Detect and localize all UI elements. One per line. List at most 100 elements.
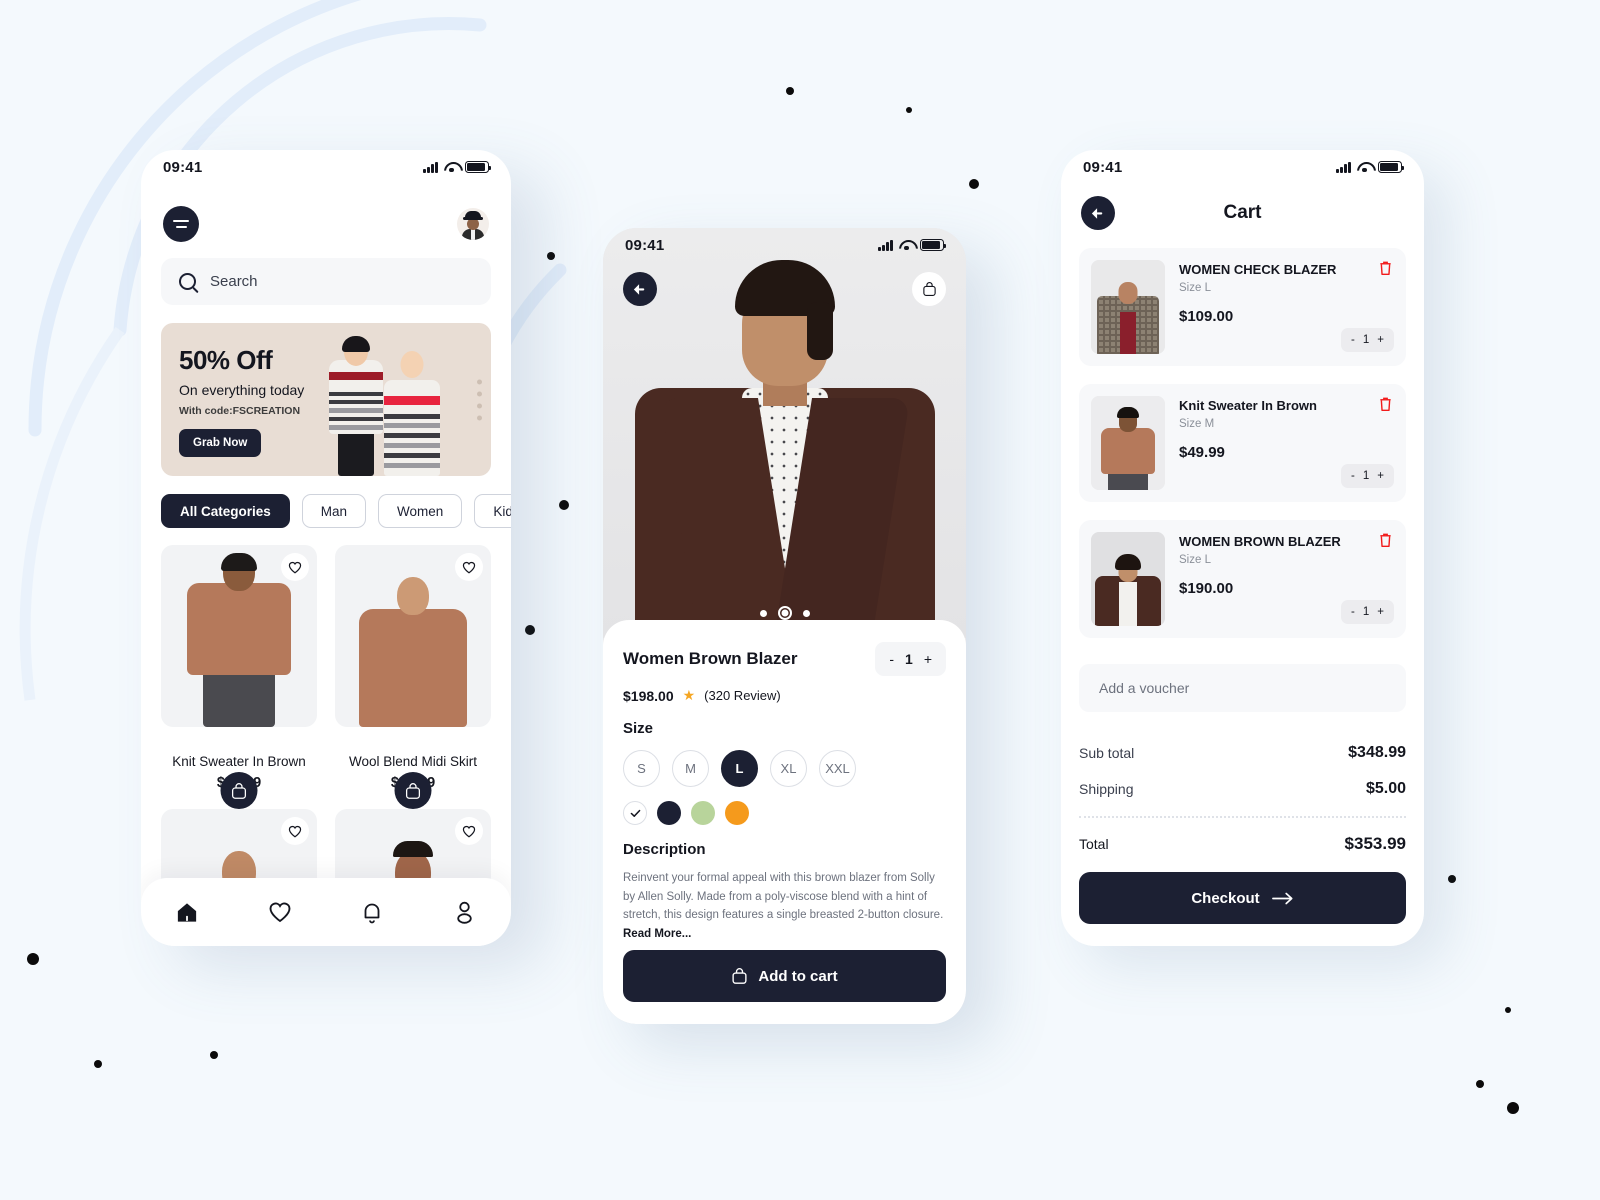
status-bar: 09:41: [1061, 150, 1424, 184]
product-card[interactable]: Knit Sweater In Brown $49.99: [161, 545, 317, 809]
nav-profile-icon[interactable]: [448, 895, 482, 929]
add-to-bag-icon[interactable]: [394, 772, 432, 809]
quantity-stepper[interactable]: - 1 +: [875, 642, 946, 676]
delete-icon[interactable]: [1378, 396, 1393, 417]
cart-item[interactable]: WOMEN CHECK BLAZER Size L $109.00 - 1 +: [1079, 248, 1406, 366]
color-swatch-green[interactable]: [691, 801, 715, 825]
quantity-minus[interactable]: -: [1351, 606, 1355, 618]
battery-icon: [920, 239, 947, 251]
total-value: $353.99: [1344, 834, 1406, 853]
cart-item-name: Knit Sweater In Brown: [1179, 398, 1317, 413]
back-arrow-icon[interactable]: [1081, 196, 1115, 230]
cart-item-quantity-stepper[interactable]: - 1 +: [1341, 328, 1394, 352]
banner-promo-code: With code:FSCREATION: [179, 405, 301, 417]
quantity-minus[interactable]: -: [1351, 470, 1355, 482]
quantity-plus[interactable]: +: [1377, 606, 1384, 618]
battery-icon: [465, 161, 492, 173]
cart-item-name: WOMEN CHECK BLAZER: [1179, 262, 1337, 277]
product-price: $198.00: [623, 687, 674, 704]
size-option-xl[interactable]: XL: [770, 750, 807, 787]
color-swatch-orange[interactable]: [725, 801, 749, 825]
status-time: 09:41: [1083, 158, 1123, 176]
background-dot: [27, 953, 39, 965]
favorite-icon[interactable]: [455, 553, 483, 581]
subtotal-value: $348.99: [1348, 744, 1406, 761]
nav-notifications-icon[interactable]: [355, 895, 389, 929]
cart-item-image: [1091, 532, 1165, 626]
signal-icon: [878, 239, 893, 251]
delete-icon[interactable]: [1378, 260, 1393, 281]
subtotal-label: Sub total: [1079, 745, 1135, 761]
category-chip-man[interactable]: Man: [301, 494, 367, 528]
background-dot: [969, 179, 979, 189]
product-card[interactable]: Wool Blend Midi Skirt $49.99: [335, 545, 491, 809]
background-dot: [210, 1051, 218, 1059]
status-time: 09:41: [163, 158, 203, 176]
cart-item[interactable]: Knit Sweater In Brown Size M $49.99 - 1 …: [1079, 384, 1406, 502]
color-swatch-navy[interactable]: [657, 801, 681, 825]
category-chip-kids[interactable]: Kids: [474, 494, 511, 528]
background-dot: [1476, 1080, 1484, 1088]
description-text: Reinvent your formal appeal with this br…: [623, 872, 944, 922]
signal-icon: [1336, 161, 1351, 173]
voucher-input[interactable]: Add a voucher: [1079, 664, 1406, 712]
product-image: [335, 545, 491, 727]
cart-item-image: [1091, 396, 1165, 490]
status-bar: 09:41: [603, 228, 966, 262]
checkout-button[interactable]: Checkout: [1079, 872, 1406, 924]
delete-icon[interactable]: [1378, 532, 1393, 553]
summary-row-subtotal: Sub total $348.99: [1079, 744, 1406, 762]
category-chip-list[interactable]: All Categories Man Women Kids: [161, 494, 511, 528]
promo-banner[interactable]: 50% Off On everything today With code:FS…: [161, 323, 491, 476]
back-arrow-icon[interactable]: [623, 272, 657, 306]
wifi-icon: [899, 240, 914, 251]
grab-now-button[interactable]: Grab Now: [179, 429, 262, 457]
background-dot: [547, 252, 555, 260]
quantity-value: 1: [1362, 470, 1370, 482]
favorite-icon[interactable]: [281, 817, 309, 845]
category-chip-women[interactable]: Women: [378, 494, 463, 528]
size-option-m[interactable]: M: [672, 750, 709, 787]
cart-item[interactable]: WOMEN BROWN BLAZER Size L $190.00 - 1 +: [1079, 520, 1406, 638]
cart-screen-phone: 09:41 Cart WOMEN CHECK BLAZER Size L $10…: [1061, 150, 1424, 946]
nav-home-icon[interactable]: [170, 895, 204, 929]
quantity-plus[interactable]: +: [1377, 470, 1384, 482]
cart-item-quantity-stepper[interactable]: - 1 +: [1341, 464, 1394, 488]
cart-item-name: WOMEN BROWN BLAZER: [1179, 534, 1341, 549]
search-placeholder: Search: [210, 273, 258, 290]
size-option-xxl[interactable]: XXL: [819, 750, 856, 787]
quantity-minus[interactable]: -: [889, 651, 894, 667]
favorite-icon[interactable]: [455, 817, 483, 845]
signal-icon: [423, 161, 438, 173]
hamburger-icon[interactable]: [163, 206, 199, 242]
read-more-link[interactable]: Read More...: [623, 928, 691, 940]
category-chip-all[interactable]: All Categories: [161, 494, 290, 528]
add-to-bag-icon[interactable]: [220, 772, 258, 809]
summary-row-shipping: Shipping $5.00: [1079, 780, 1406, 798]
summary-row-total: Total $353.99: [1079, 834, 1406, 854]
quantity-plus[interactable]: +: [924, 651, 932, 667]
star-icon: ★: [682, 687, 696, 703]
banner-carousel-dots[interactable]: [477, 379, 482, 420]
add-to-cart-button[interactable]: Add to cart: [623, 950, 946, 1002]
size-selector[interactable]: S M L XL XXL: [623, 750, 946, 787]
size-option-s[interactable]: S: [623, 750, 660, 787]
cart-item-quantity-stepper[interactable]: - 1 +: [1341, 600, 1394, 624]
size-section-label: Size: [623, 720, 654, 737]
color-selector[interactable]: [623, 801, 946, 825]
background-dot: [1507, 1102, 1519, 1114]
nav-favorites-icon[interactable]: [263, 895, 297, 929]
image-carousel-dots[interactable]: [759, 606, 810, 620]
favorite-icon[interactable]: [281, 553, 309, 581]
color-swatch-white[interactable]: [623, 801, 647, 825]
avatar[interactable]: [457, 208, 489, 240]
cart-item-size: Size L: [1179, 554, 1211, 566]
search-input[interactable]: Search: [161, 258, 491, 305]
size-option-l[interactable]: L: [721, 750, 758, 787]
summary-divider: [1079, 816, 1406, 818]
quantity-minus[interactable]: -: [1351, 334, 1355, 346]
add-to-cart-label: Add to cart: [758, 967, 838, 985]
shipping-label: Shipping: [1079, 781, 1134, 797]
shopping-bag-icon[interactable]: [912, 272, 946, 306]
quantity-plus[interactable]: +: [1377, 334, 1384, 346]
